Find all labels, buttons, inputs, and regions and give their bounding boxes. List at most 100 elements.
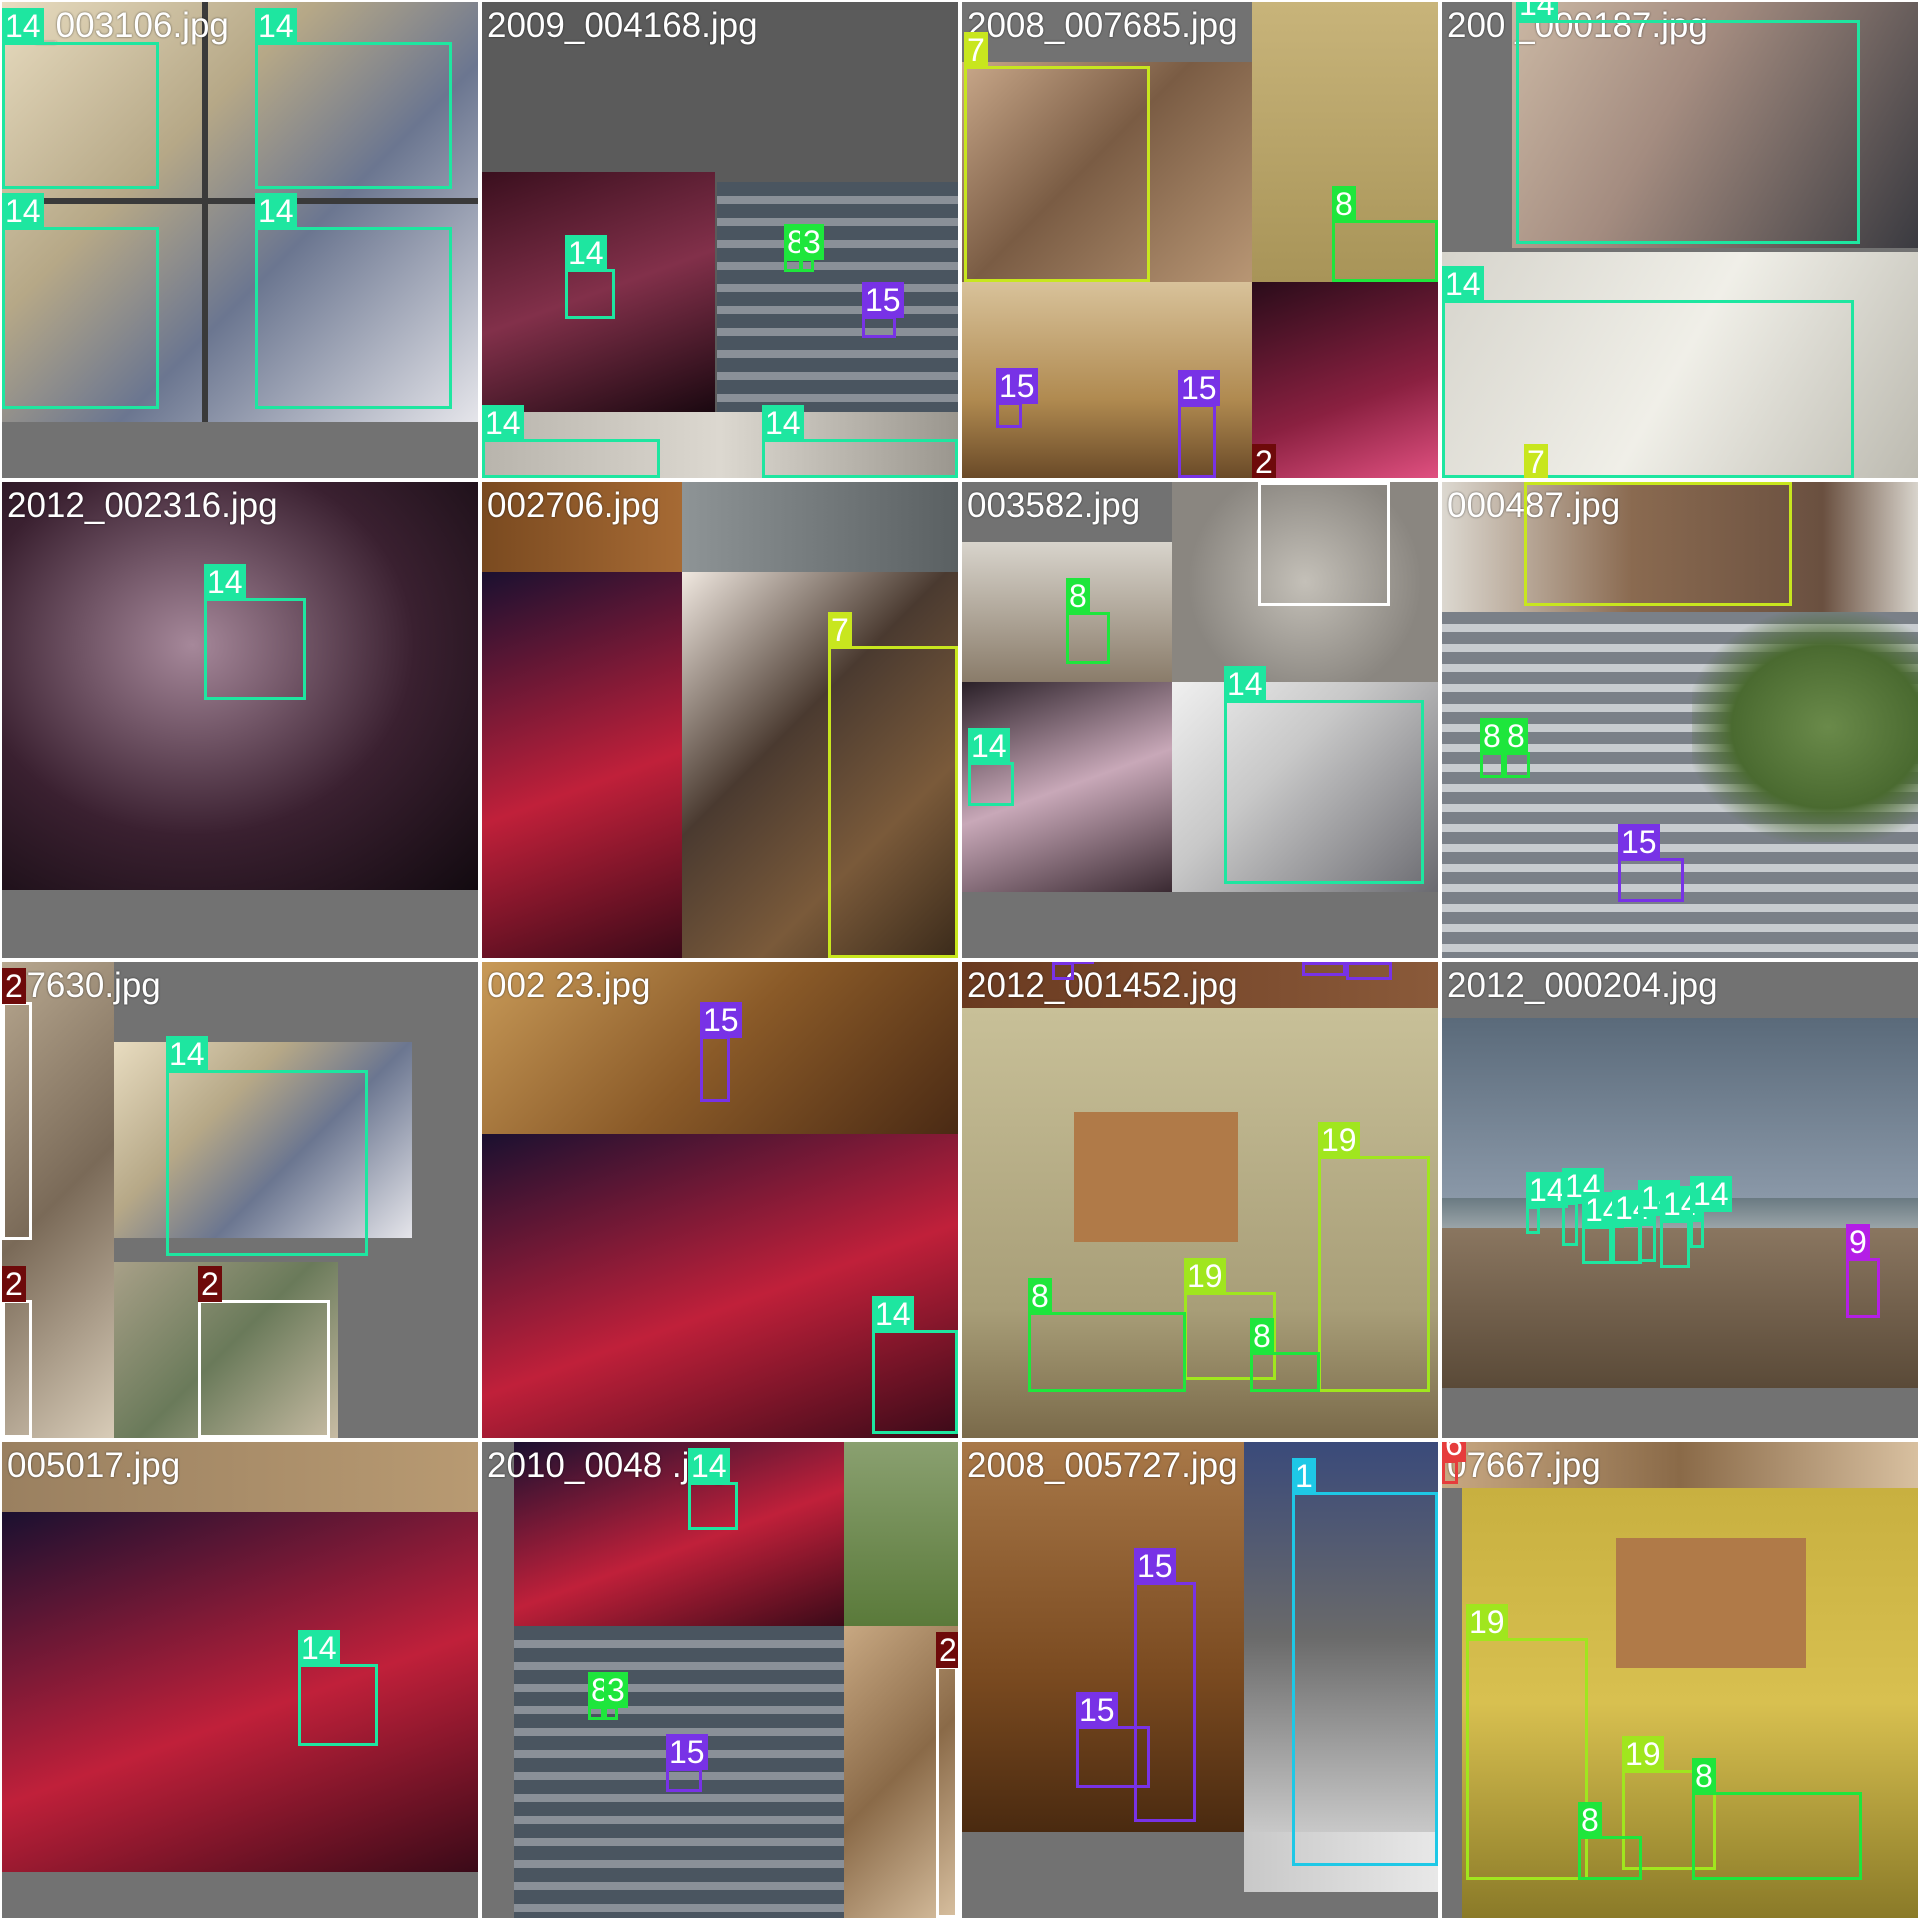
mosaic-tile: 2008_007685.jpg 7 8 15 15 2 bbox=[962, 2, 1438, 478]
bbox-label: 14 bbox=[166, 1036, 208, 1072]
bbox-label: 1 bbox=[1292, 1458, 1316, 1494]
bbox-label: 14 bbox=[255, 193, 297, 229]
bbox-label: 15 bbox=[1618, 824, 1660, 860]
bbox-dog: 9 bbox=[1846, 1224, 1880, 1318]
bbox-bird: 2 bbox=[2, 968, 32, 1240]
bbox-label: 14 bbox=[255, 8, 297, 44]
bbox-chair: 8 bbox=[1250, 1318, 1320, 1392]
image-filename: 002706.jpg bbox=[487, 486, 661, 525]
photo-fragment bbox=[1252, 282, 1438, 478]
bbox-person: 14 bbox=[255, 193, 452, 409]
image-filename: 005017.jpg bbox=[7, 1446, 181, 1485]
mosaic-tile: 003582.jpg 8 14 14 bbox=[962, 482, 1438, 958]
mosaic-tile: 2008_005727.jpg 1 15 15 bbox=[962, 1442, 1438, 1918]
bbox-label: 14 bbox=[872, 1296, 914, 1332]
bbox-person: 14 bbox=[968, 728, 1014, 806]
bbox-label: 19 bbox=[1622, 1736, 1664, 1772]
bbox-person: 14 bbox=[762, 405, 958, 478]
bbox-pottedplant: 15 bbox=[996, 368, 1038, 428]
bbox-label: 6 bbox=[1442, 1442, 1466, 1462]
bbox-label: 19 bbox=[1184, 1258, 1226, 1294]
bbox-pottedplant: 15 bbox=[1178, 370, 1220, 478]
mosaic-tile: 07667.jpg 6 19 19 8 8 bbox=[1442, 1442, 1918, 1918]
mosaic-tile: 2012_002316.jpg 14 bbox=[2, 482, 478, 958]
bbox-person: 14 bbox=[1660, 1186, 1702, 1268]
bbox-label: 14 bbox=[2, 8, 44, 44]
photo-fragment bbox=[717, 182, 958, 412]
bbox-person: 14 bbox=[1582, 1192, 1624, 1264]
bbox-person: 14 bbox=[1690, 1176, 1732, 1248]
mosaic-tile: 002 23.jpg 15 14 bbox=[482, 962, 958, 1438]
bbox-person: 14 bbox=[872, 1296, 958, 1434]
bbox-chair: 3 bbox=[800, 224, 824, 272]
bbox-label: 8 bbox=[1250, 1318, 1274, 1354]
bbox-label: 14 bbox=[688, 1448, 730, 1484]
bbox-pottedplant: 15 bbox=[1302, 962, 1346, 976]
bbox-label: 3 bbox=[800, 224, 824, 260]
bbox-label: 8 bbox=[1504, 718, 1528, 754]
bbox-tvmonitor: 19 bbox=[1466, 1604, 1588, 1880]
bbox-person: 14 bbox=[2, 8, 159, 189]
bbox-label: 2 bbox=[2, 968, 26, 1004]
mosaic-tile: 1 _003106.jpg 14 14 14 14 bbox=[2, 2, 478, 478]
photo-fragment bbox=[202, 2, 208, 422]
image-filename: 2009_004168.jpg bbox=[487, 6, 758, 45]
bbox-chair: 8 bbox=[1578, 1802, 1642, 1880]
mosaic-tile: 2012_001452.jpg 15 15 15 19 19 8 8 bbox=[962, 962, 1438, 1438]
bbox-label: 15 bbox=[1052, 962, 1094, 964]
bbox-label: 14 bbox=[1442, 266, 1484, 302]
bbox-pottedplant: 15 bbox=[700, 1002, 742, 1102]
bbox-person: 14 bbox=[1224, 666, 1424, 884]
bbox-person: 14 bbox=[2, 193, 159, 409]
bbox-label: 14 bbox=[968, 728, 1010, 764]
bbox-chair: 8 bbox=[588, 1672, 612, 1720]
image-filename: 2012_000204.jpg bbox=[1447, 966, 1718, 1005]
photo-fragment bbox=[482, 572, 682, 958]
bbox-label: 2 bbox=[2, 1266, 26, 1302]
photo-fragment bbox=[682, 482, 958, 572]
bbox-label: 14 bbox=[565, 235, 607, 271]
bbox-bicycle: 1 bbox=[1292, 1458, 1438, 1866]
mosaic-tile: 2012_000204.jpg 14 14 14 14 14 14 14 9 bbox=[1442, 962, 1918, 1438]
bbox-label: 7 bbox=[828, 612, 852, 648]
bbox-cat: 7 bbox=[828, 612, 958, 958]
bbox-chair: 3 bbox=[604, 1672, 628, 1720]
bbox-label: 7 bbox=[1524, 444, 1548, 478]
bbox-person: 14 bbox=[166, 1036, 368, 1256]
bbox-cat: 7 bbox=[964, 32, 1150, 282]
image-filename: 07630.jpg bbox=[7, 966, 161, 1005]
mosaic-tile: 200 _000187.jpg 14 14 7 bbox=[1442, 2, 1918, 478]
bbox-label: 2 bbox=[1252, 444, 1276, 478]
bbox-person: 14 bbox=[1442, 266, 1854, 478]
bbox-person: 14 bbox=[688, 1448, 738, 1530]
bbox-pottedplant: 15 bbox=[862, 282, 904, 338]
image-filename: 002 23.jpg bbox=[487, 966, 651, 1005]
bbox-person: 14 bbox=[298, 1630, 378, 1746]
photo-fragment bbox=[844, 1442, 958, 1626]
photo-fragment bbox=[1692, 612, 1918, 842]
bbox-chair: 8 bbox=[1480, 718, 1504, 778]
bbox-pottedplant: 15 bbox=[1618, 824, 1684, 902]
bbox-label: 8 bbox=[1028, 1278, 1052, 1314]
bbox-person: 14 bbox=[565, 235, 615, 319]
bbox-person: 14 bbox=[1638, 1180, 1680, 1262]
bbox-bottle: 6 bbox=[1442, 1442, 1466, 1484]
image-filename: 2012_001452.jpg bbox=[967, 966, 1238, 1005]
bbox-label: 15 bbox=[996, 368, 1038, 404]
image-filename: 2008_005727.jpg bbox=[967, 1446, 1238, 1485]
bbox-label: 15 bbox=[1346, 962, 1388, 964]
bbox-label: 19 bbox=[1466, 1604, 1508, 1640]
bbox-tvmonitor: 19 bbox=[1318, 1122, 1430, 1392]
image-filename: 2008_007685.jpg bbox=[967, 6, 1238, 45]
bbox-person: 14 bbox=[1526, 1172, 1568, 1234]
bbox-label: 15 bbox=[1134, 1548, 1176, 1584]
bbox-label: 14 bbox=[762, 405, 804, 441]
mosaic-tile: 07630.jpg 2 14 2 2 bbox=[2, 962, 478, 1438]
bbox-label: 14 bbox=[2, 193, 44, 229]
bbox-label: 14 bbox=[1224, 666, 1266, 702]
bbox-chair: 8 bbox=[1066, 578, 1110, 664]
bbox-chair: 8 bbox=[1332, 186, 1438, 282]
bbox-pottedplant: 15 bbox=[1076, 1692, 1150, 1788]
bbox-label: 15 bbox=[700, 1002, 742, 1038]
image-filename: 2012_002316.jpg bbox=[7, 486, 278, 525]
